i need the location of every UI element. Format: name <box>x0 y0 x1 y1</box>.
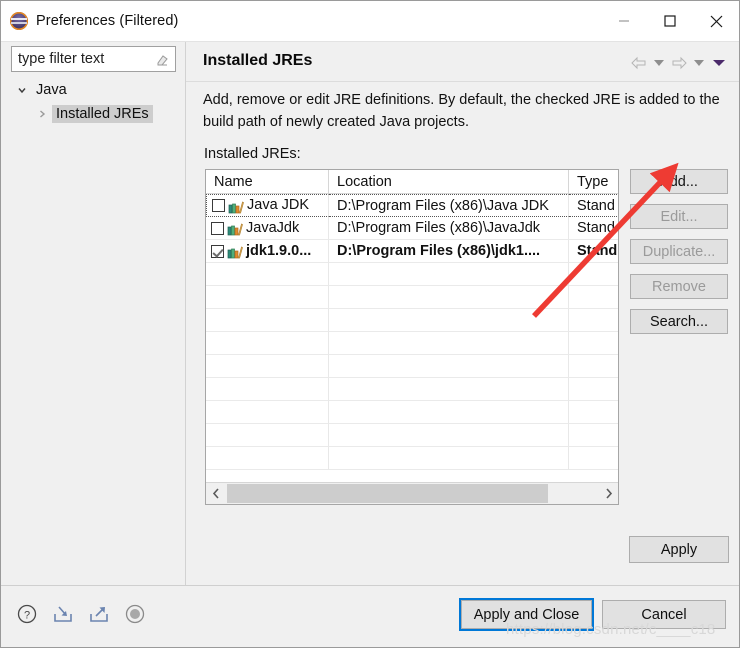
jre-name-text: JavaJdk <box>246 219 300 236</box>
forward-arrow-icon[interactable] <box>669 52 689 74</box>
table-header-row: Name Location Type <box>206 170 618 194</box>
sidebar-item-label: Java <box>36 82 67 98</box>
jre-name-cell[interactable]: JavaJdk <box>206 217 329 240</box>
restore-defaults-icon[interactable] <box>124 603 146 625</box>
back-menu-chevron-down-icon[interactable] <box>649 52 669 74</box>
jre-books-icon <box>228 199 244 213</box>
jre-action-buttons: Add... Edit... Duplicate... Remove Searc… <box>630 169 728 334</box>
jre-checkbox[interactable] <box>211 244 224 258</box>
footer-icon-bar: ? <box>16 603 146 625</box>
chevron-down-icon[interactable] <box>14 82 30 98</box>
table-empty-row <box>206 309 618 332</box>
duplicate-button: Duplicate... <box>630 239 728 264</box>
column-header-type[interactable]: Type <box>569 170 618 193</box>
jre-books-icon <box>227 221 243 236</box>
svg-text:?: ? <box>24 610 30 622</box>
import-icon[interactable] <box>52 603 74 625</box>
installed-jres-label: Installed JREs: <box>204 146 301 162</box>
eclipse-icon <box>10 12 28 30</box>
column-header-name[interactable]: Name <box>206 170 329 193</box>
table-row[interactable]: jdk1.9.0... D:\Program Files (x86)\jdk1.… <box>206 240 618 263</box>
search-button[interactable]: Search... <box>630 309 728 334</box>
table-empty-row <box>206 378 618 401</box>
installed-jres-label-text: Installed JREs: <box>204 146 301 162</box>
title-bar: Preferences (Filtered) <box>1 1 739 41</box>
jre-name-text: jdk1.9.0... <box>246 242 312 259</box>
window-title: Preferences (Filtered) <box>36 13 179 29</box>
table-empty-rows <box>206 263 618 470</box>
jre-books-icon <box>227 244 243 259</box>
jre-location-cell: D:\Program Files (x86)\Java JDK <box>329 194 569 217</box>
view-menu-triangle-icon[interactable] <box>709 52 729 74</box>
content-pane: Installed JREs Add, remove or edit JRE d… <box>186 42 739 585</box>
column-header-location[interactable]: Location <box>329 170 569 193</box>
jre-name-cell[interactable]: jdk1.9.0... <box>206 240 329 263</box>
help-icon[interactable]: ? <box>16 603 38 625</box>
page-description: Add, remove or edit JRE definitions. By … <box>203 92 720 130</box>
apply-button-label: Apply <box>660 541 698 558</box>
cancel-button[interactable]: Cancel <box>602 600 726 629</box>
eraser-icon[interactable] <box>155 53 169 67</box>
jre-location-cell: D:\Program Files (x86)\JavaJdk <box>329 217 569 240</box>
table-empty-row <box>206 286 618 309</box>
jre-type-cell: Stand <box>569 217 618 240</box>
jre-location-cell: D:\Program Files (x86)\jdk1.... <box>329 240 569 263</box>
title-divider <box>186 81 739 82</box>
apply-button[interactable]: Apply <box>629 536 729 563</box>
remove-button: Remove <box>630 274 728 299</box>
apply-and-close-button[interactable]: Apply and Close <box>459 598 594 631</box>
maximize-icon[interactable] <box>647 1 693 41</box>
scrollbar-thumb[interactable] <box>227 484 548 503</box>
table-empty-row <box>206 401 618 424</box>
search-input[interactable]: type filter text <box>11 46 176 72</box>
jre-name-text: Java JDK <box>247 197 310 213</box>
export-icon[interactable] <box>88 603 110 625</box>
table-empty-row <box>206 355 618 378</box>
add-button[interactable]: Add... <box>630 169 728 194</box>
sidebar-item-installed-jres[interactable]: Installed JREs <box>2 102 185 126</box>
sidebar-item-label: Installed JREs <box>52 105 153 123</box>
apply-and-close-label: Apply and Close <box>473 606 580 623</box>
window-controls <box>601 1 739 41</box>
jre-checkbox[interactable] <box>212 199 225 212</box>
navigation-toolbar <box>629 52 729 74</box>
scrollbar-track[interactable] <box>226 483 598 504</box>
dialog-footer: ? Apply and Close Cancel <box>2 586 739 647</box>
table-empty-row <box>206 332 618 355</box>
chevron-right-icon[interactable] <box>34 106 50 122</box>
edit-button: Edit... <box>630 204 728 229</box>
jre-type-cell: Stand <box>569 194 618 217</box>
filter-input-value: type filter text <box>18 51 105 67</box>
scroll-right-icon[interactable] <box>598 483 618 504</box>
close-icon[interactable] <box>693 1 739 41</box>
jre-name-cell[interactable]: Java JDK <box>206 194 329 217</box>
table-empty-row <box>206 447 618 470</box>
table-empty-row <box>206 263 618 286</box>
jre-table[interactable]: Name Location Type Java JDK D:\Program F… <box>205 169 619 505</box>
cancel-label: Cancel <box>641 606 687 623</box>
table-horizontal-scrollbar[interactable] <box>206 482 618 504</box>
preferences-dialog: Preferences (Filtered) type filter text <box>0 0 740 648</box>
table-row[interactable]: Java JDK D:\Program Files (x86)\Java JDK… <box>206 194 618 217</box>
back-arrow-icon[interactable] <box>629 52 649 74</box>
sidebar-item-java[interactable]: Java <box>2 78 185 102</box>
page-title: Installed JREs <box>203 52 313 69</box>
jre-checkbox[interactable] <box>211 221 224 235</box>
table-empty-row <box>206 424 618 447</box>
scroll-left-icon[interactable] <box>206 483 226 504</box>
preferences-tree: Java Installed JREs <box>2 78 185 126</box>
sidebar: type filter text Java Installed JREs <box>2 42 185 585</box>
forward-menu-chevron-down-icon[interactable] <box>689 52 709 74</box>
table-row[interactable]: JavaJdk D:\Program Files (x86)\JavaJdk S… <box>206 217 618 240</box>
jre-type-cell: Stand <box>569 240 618 263</box>
minimize-icon[interactable] <box>601 1 647 41</box>
